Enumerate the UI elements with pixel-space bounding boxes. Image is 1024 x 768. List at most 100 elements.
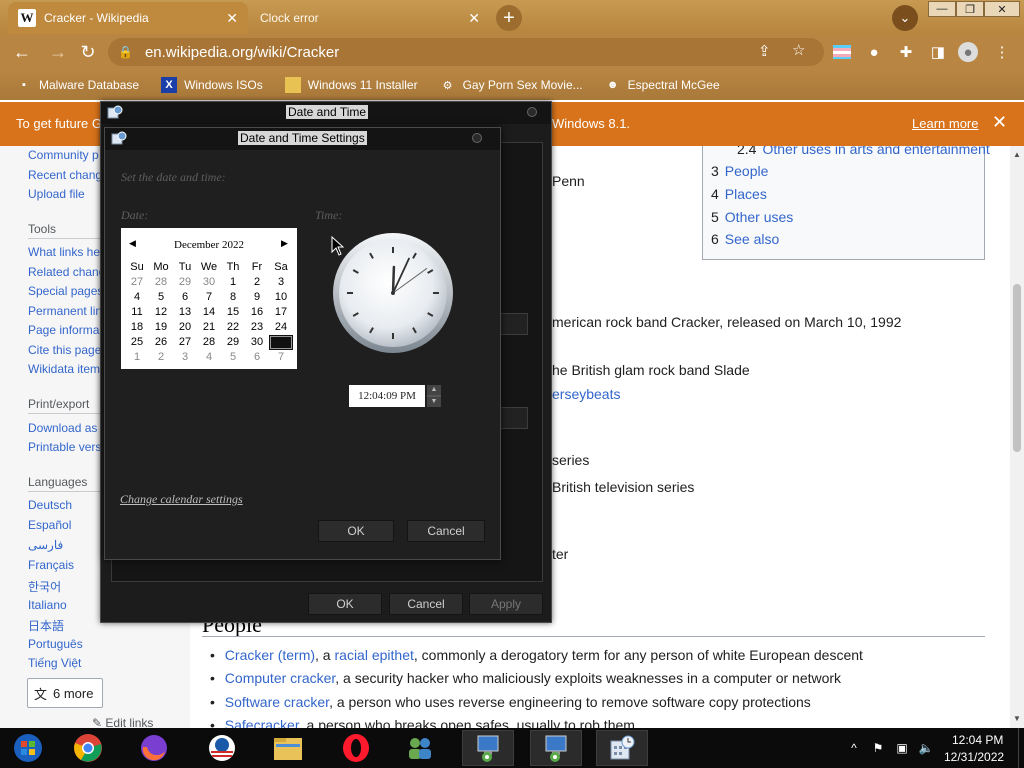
- calendar-day[interactable]: 1: [221, 275, 245, 290]
- calendar-day[interactable]: 28: [197, 335, 221, 350]
- address-bar[interactable]: 🔒 en.wikipedia.org/wiki/Cracker ⇪ ☆: [108, 38, 824, 66]
- tab-search-button[interactable]: ⌄: [892, 5, 918, 31]
- tray-overflow-chevron-icon[interactable]: ^: [846, 740, 862, 756]
- maximize-button[interactable]: ❐: [956, 1, 984, 17]
- calendar-day[interactable]: 20: [173, 320, 197, 335]
- time-input[interactable]: 12:04:09 PM: [349, 385, 425, 407]
- calendar-day[interactable]: 28: [149, 275, 173, 290]
- calendar-day[interactable]: 29: [221, 335, 245, 350]
- link-racial-epithet[interactable]: racial epithet: [335, 647, 414, 663]
- calendar-day[interactable]: 13: [173, 305, 197, 320]
- sidebar-item-language[interactable]: Deutsch: [28, 498, 72, 512]
- bookmark-malware-database[interactable]: ▪ Malware Database: [16, 77, 139, 93]
- time-spinner[interactable]: ▲ ▼: [427, 385, 441, 407]
- opera-icon[interactable]: [330, 730, 382, 766]
- chrome-icon[interactable]: [62, 730, 114, 766]
- toc-item-see-also[interactable]: 6 See also: [711, 231, 779, 247]
- link-cracker-term[interactable]: Cracker (term): [225, 647, 315, 663]
- calendar-day[interactable]: 4: [197, 350, 221, 365]
- calendar-day[interactable]: 2: [149, 350, 173, 365]
- forward-button[interactable]: →: [46, 40, 70, 64]
- firefox-icon[interactable]: [128, 730, 180, 766]
- back-button[interactable]: ←: [10, 40, 34, 64]
- apply-button[interactable]: Apply: [469, 593, 543, 615]
- tab-clock-error[interactable]: Clock error ✕: [250, 2, 490, 34]
- edit-links-link[interactable]: ✎ Edit links: [92, 716, 153, 728]
- bookmark-star-icon[interactable]: ☆: [792, 41, 805, 59]
- next-month-icon[interactable]: ▶: [281, 238, 288, 249]
- windows-start-icon[interactable]: [2, 730, 54, 766]
- sidebar-item-page-information[interactable]: Page informa: [28, 323, 99, 337]
- bookmark-windows-isos[interactable]: X Windows ISOs: [161, 77, 263, 93]
- dialog-titlebar[interactable]: Date and Time: [101, 102, 551, 124]
- change-calendar-settings-link[interactable]: Change calendar settings: [120, 492, 243, 507]
- close-icon[interactable]: ✕: [226, 10, 238, 27]
- calendar-day[interactable]: 10: [269, 290, 293, 305]
- cancel-button[interactable]: Cancel: [389, 593, 463, 615]
- taskbar-clock-time[interactable]: 12:04 PM: [952, 733, 1003, 747]
- reload-button[interactable]: ↻: [76, 40, 100, 64]
- ok-button[interactable]: OK: [308, 593, 382, 615]
- sidebar-item-download-pdf[interactable]: Download as: [28, 421, 97, 435]
- calendar-day[interactable]: 8: [221, 290, 245, 305]
- sidebar-item-wikidata-item[interactable]: Wikidata item: [28, 362, 100, 376]
- volume-icon[interactable]: 🔈: [918, 740, 934, 756]
- link-computer-cracker[interactable]: Computer cracker: [225, 670, 335, 686]
- profile-avatar-icon[interactable]: ●: [958, 42, 978, 62]
- dialog-titlebar[interactable]: Date and Time Settings: [105, 128, 500, 150]
- taskbar-clock-date[interactable]: 12/31/2022: [944, 750, 1004, 764]
- close-window-button[interactable]: ✕: [984, 1, 1020, 17]
- sidebar-item-upload-file[interactable]: Upload file: [28, 187, 85, 201]
- sidebar-item-what-links-here[interactable]: What links he: [28, 245, 100, 259]
- calendar-day[interactable]: 27: [125, 275, 149, 290]
- calendar-day[interactable]: 7: [269, 350, 293, 365]
- calendar-day[interactable]: 23: [245, 320, 269, 335]
- share-icon[interactable]: ⇪: [758, 42, 771, 60]
- sidebar-item-language[interactable]: Français: [28, 558, 74, 572]
- new-tab-button[interactable]: +: [496, 5, 522, 31]
- calendar[interactable]: ◀ December 2022 ▶ Su Mo Tu We Th Fr Sa 27 28 29 30…: [121, 228, 297, 369]
- sidebar-item-recent-changes[interactable]: Recent chang: [28, 168, 102, 182]
- kebab-menu-icon[interactable]: ⋮: [992, 42, 1012, 62]
- calendar-day[interactable]: 18: [125, 320, 149, 335]
- close-icon[interactable]: ✕: [468, 10, 480, 27]
- ok-button[interactable]: OK: [318, 520, 394, 542]
- scroll-thumb[interactable]: [1013, 284, 1021, 452]
- close-icon[interactable]: ✕: [992, 112, 1007, 133]
- calendar-day[interactable]: 27: [173, 335, 197, 350]
- scroll-up-icon[interactable]: ▲: [1012, 150, 1022, 160]
- calendar-day[interactable]: 14: [197, 305, 221, 320]
- date-time-icon[interactable]: [596, 730, 648, 766]
- calendar-day[interactable]: 6: [173, 290, 197, 305]
- calendar-day[interactable]: 19: [149, 320, 173, 335]
- toc-item-people[interactable]: 3 People: [711, 163, 768, 179]
- content-link[interactable]: erseybeats: [552, 386, 620, 402]
- file-explorer-icon[interactable]: [262, 730, 314, 766]
- sidebar-item-language[interactable]: 한국어: [28, 578, 61, 595]
- bookmark-espectral-mcgee[interactable]: ☻ Espectral McGee: [605, 77, 720, 93]
- calendar-day[interactable]: 15: [221, 305, 245, 320]
- calendar-day[interactable]: 21: [197, 320, 221, 335]
- calendar-day[interactable]: 29: [173, 275, 197, 290]
- puzzle-extensions-icon[interactable]: ✚: [896, 42, 916, 62]
- side-panel-icon[interactable]: ◨: [928, 42, 948, 62]
- minimize-button[interactable]: —: [928, 1, 956, 17]
- calendar-day[interactable]: 5: [149, 290, 173, 305]
- calendar-day[interactable]: 22: [221, 320, 245, 335]
- cancel-button[interactable]: Cancel: [407, 520, 485, 542]
- network-icon[interactable]: ▣: [894, 740, 910, 756]
- spin-down-icon[interactable]: ▼: [427, 397, 441, 407]
- learn-more-link[interactable]: Learn more: [912, 116, 978, 131]
- page-scrollbar[interactable]: ▲ ▼: [1010, 146, 1024, 728]
- sidebar-item-permanent-link[interactable]: Permanent lin: [28, 304, 102, 318]
- calendar-day[interactable]: 5: [221, 350, 245, 365]
- bookmark-site[interactable]: ⚙ Gay Porn Sex Movie...: [440, 77, 583, 93]
- sidebar-item-language[interactable]: فارسی: [28, 538, 63, 552]
- sidebar-item-language[interactable]: Italiano: [28, 598, 67, 612]
- calendar-day[interactable]: 11: [125, 305, 149, 320]
- scroll-down-icon[interactable]: ▼: [1012, 714, 1022, 724]
- calendar-day[interactable]: 1: [125, 350, 149, 365]
- toc-item-places[interactable]: 4 Places: [711, 186, 767, 202]
- calendar-day[interactable]: 30: [245, 335, 269, 350]
- control-panel-icon[interactable]: [530, 730, 582, 766]
